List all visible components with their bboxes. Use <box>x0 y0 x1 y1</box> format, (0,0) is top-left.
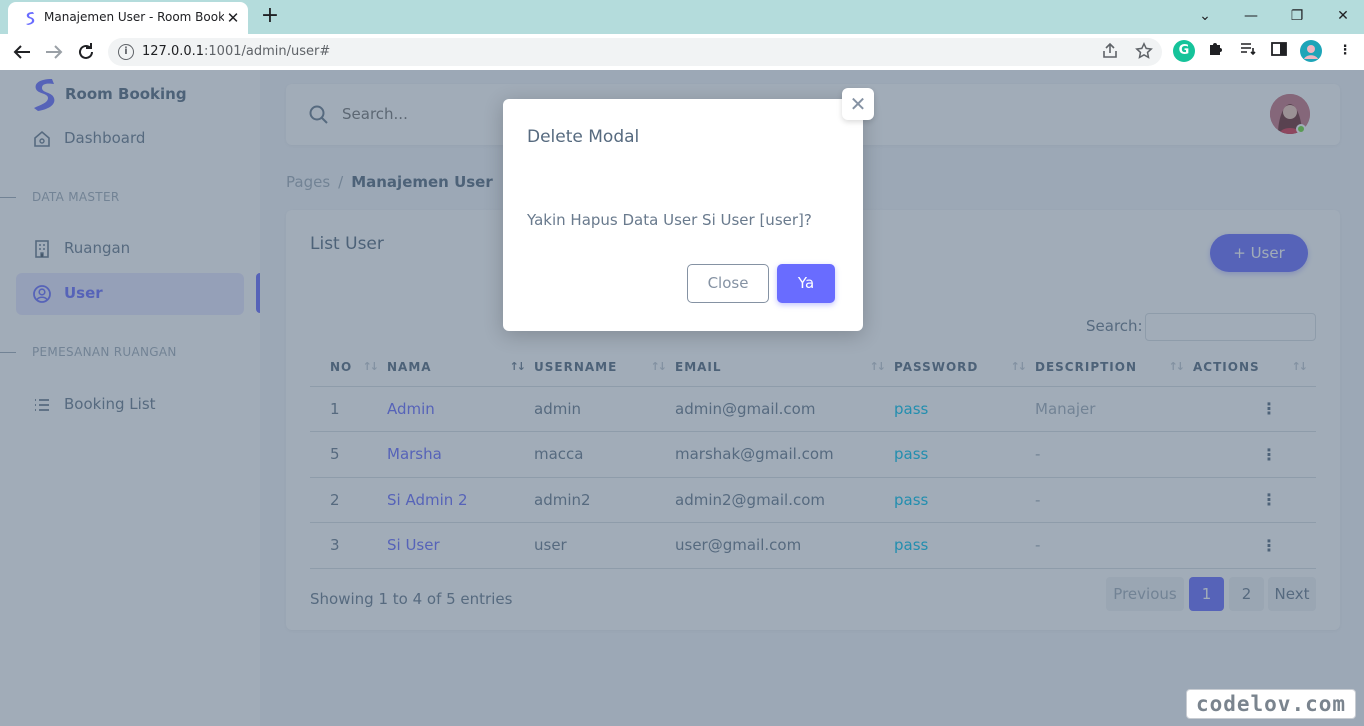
close-button[interactable]: Close <box>687 264 769 303</box>
forward-arrow-icon[interactable] <box>42 40 66 64</box>
modal-close-icon[interactable]: ✕ <box>842 88 874 120</box>
watermark-logo: codelov.com <box>1186 689 1356 719</box>
tab-title: Manajemen User - Room Booking <box>44 10 224 24</box>
browser-toolbar: i 127.0.0.1:1001/admin/user# G ⋮ <box>0 34 1364 70</box>
delete-modal: Delete Modal ✕ Yakin Hapus Data User Si … <box>503 88 874 331</box>
grammarly-extension-icon[interactable]: G <box>1173 40 1195 62</box>
reload-icon[interactable] <box>74 40 98 64</box>
side-panel-icon[interactable] <box>1268 40 1290 62</box>
page-content: Room Booking Dashboard DATA MASTER Ruang… <box>0 70 1364 726</box>
share-icon[interactable] <box>1100 42 1120 62</box>
reading-list-icon[interactable] <box>1237 40 1259 62</box>
window-close-button[interactable]: ✕ <box>1320 2 1364 30</box>
minimize-button[interactable]: — <box>1228 2 1274 30</box>
profile-avatar-icon[interactable] <box>1300 40 1322 62</box>
tab-close-icon[interactable]: ✕ <box>224 9 242 27</box>
bookmark-star-icon[interactable] <box>1134 42 1154 62</box>
browser-tab[interactable]: Manajemen User - Room Booking ✕ <box>8 2 248 34</box>
site-info-icon[interactable]: i <box>118 44 134 60</box>
app-favicon-icon <box>26 12 35 25</box>
modal-title: Delete Modal <box>527 127 640 147</box>
address-bar[interactable]: i 127.0.0.1:1001/admin/user# <box>108 38 1162 66</box>
url-text: 127.0.0.1:1001/admin/user# <box>142 44 331 59</box>
modal-message: Yakin Hapus Data User Si User [user]? <box>527 211 812 229</box>
restore-button[interactable]: ❐ <box>1274 2 1320 30</box>
confirm-delete-button[interactable]: Ya <box>777 264 835 303</box>
tab-search-dropdown-icon[interactable]: ⌄ <box>1182 2 1228 30</box>
new-tab-button[interactable]: + <box>258 5 282 29</box>
back-arrow-icon[interactable] <box>10 40 34 64</box>
browser-menu-icon[interactable]: ⋮ <box>1334 40 1356 62</box>
extensions-puzzle-icon[interactable] <box>1205 40 1227 62</box>
browser-tabstrip: Manajemen User - Room Booking ✕ + ⌄ — ❐ … <box>0 0 1364 34</box>
